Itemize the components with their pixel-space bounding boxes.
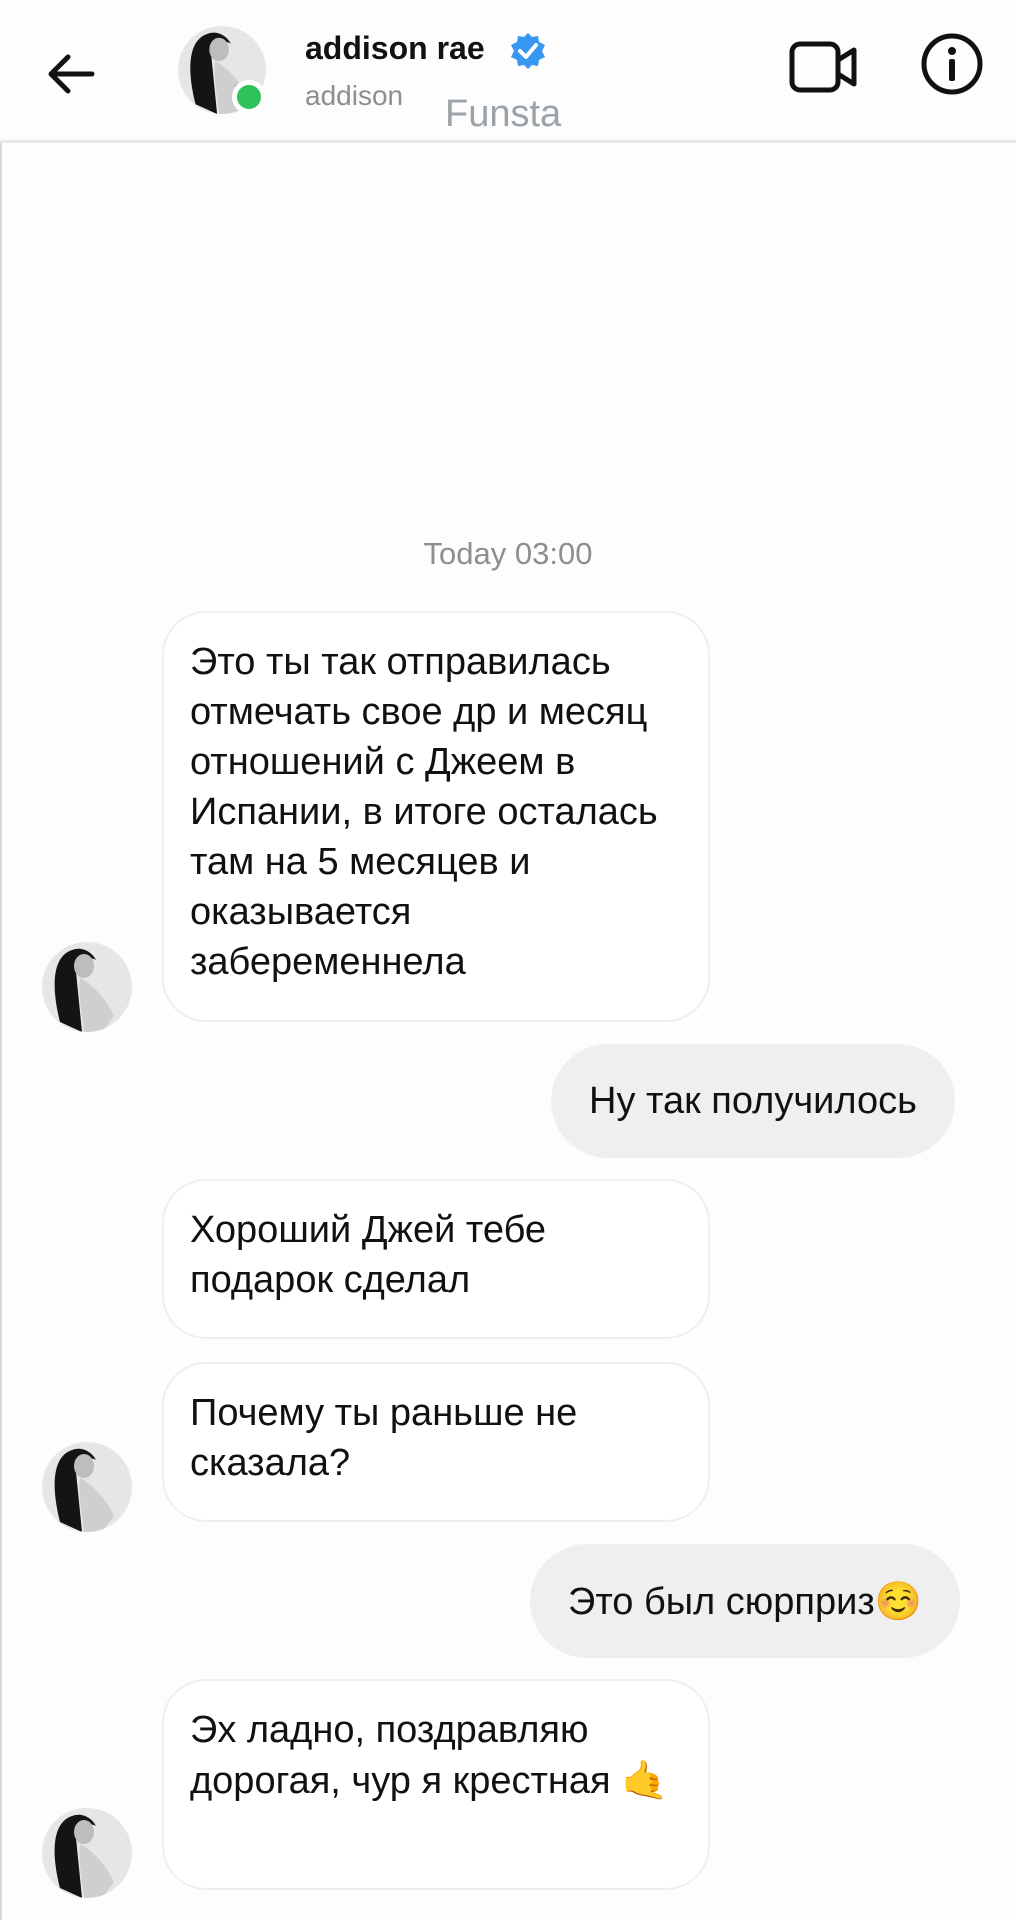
contact-display-name[interactable]: addison rae xyxy=(305,30,485,67)
left-edge-divider xyxy=(0,0,2,1920)
verified-badge-icon xyxy=(508,31,548,71)
back-button[interactable] xyxy=(42,44,102,104)
incoming-message-bubble[interactable]: Эх ладно, поздравляю дорогая, чур я крес… xyxy=(162,1679,710,1890)
message-text: Хороший Джей тебе подарок сделал xyxy=(190,1209,547,1301)
video-camera-icon xyxy=(789,41,857,93)
sender-avatar[interactable] xyxy=(42,942,132,1032)
video-call-button[interactable] xyxy=(788,38,860,96)
chat-header: addison rae addison Funsta xyxy=(0,0,1016,143)
incoming-message-bubble[interactable]: Хороший Джей тебе подарок сделал xyxy=(162,1179,710,1339)
message-text: Эх ладно, поздравляю дорогая, чур я крес… xyxy=(190,1709,611,1802)
thread-timestamp: Today 03:00 xyxy=(423,536,593,571)
incoming-message-bubble[interactable]: Это ты так отправилась отмечать свое др … xyxy=(162,611,710,1022)
info-icon xyxy=(921,33,983,95)
arrow-left-icon xyxy=(48,54,95,94)
contact-username: addison xyxy=(305,80,404,111)
smiling-face-emoji: ☺️ xyxy=(874,1579,923,1623)
sender-avatar[interactable] xyxy=(42,1808,132,1898)
sender-avatar[interactable] xyxy=(42,1442,132,1532)
call-me-hand-emoji: 🤙 xyxy=(621,1758,669,1802)
outgoing-message-bubble[interactable]: Это был сюрприз☺️ xyxy=(530,1544,961,1658)
message-text: Это был сюрприз xyxy=(568,1581,875,1623)
outgoing-message-bubble[interactable]: Ну так получилось xyxy=(551,1044,955,1158)
info-button[interactable] xyxy=(920,32,984,96)
message-text: Ну так получилось xyxy=(589,1080,917,1122)
message-text: Это ты так отправилась отмечать свое др … xyxy=(190,641,658,983)
overlay-label: Funsta xyxy=(445,93,562,135)
incoming-message-bubble[interactable]: Почему ты раньше не сказала? xyxy=(162,1362,710,1522)
online-status-dot xyxy=(232,80,266,114)
message-text: Почему ты раньше не сказала? xyxy=(190,1392,578,1484)
